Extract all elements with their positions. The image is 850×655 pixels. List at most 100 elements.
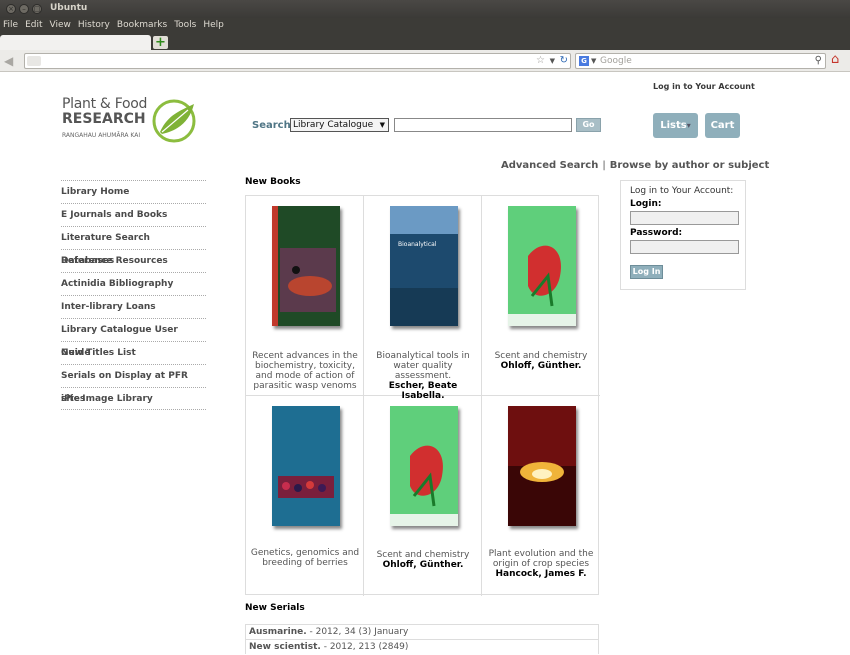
minimize-window-button[interactable]: –	[19, 4, 29, 14]
sidebar-nav: Library Home E Journals and Books Litera…	[61, 180, 206, 410]
sidebar-item-ipic[interactable]: iPic Image Library	[61, 387, 206, 410]
browse-link[interactable]: Browse by author or subject	[610, 160, 770, 171]
book-item[interactable]: Plant evolution and the origin of crop s…	[482, 396, 600, 596]
cart-button[interactable]: Cart	[705, 113, 740, 138]
menu-file[interactable]: File	[3, 18, 18, 33]
login-input[interactable]	[630, 211, 739, 225]
advanced-search-link[interactable]: Advanced Search	[501, 160, 598, 171]
book-author: Hancock, James F.	[495, 569, 587, 579]
back-arrow-icon[interactable]: ◀	[4, 54, 13, 68]
menu-history[interactable]: History	[78, 18, 110, 33]
page-content: Log in to Your Account Plant & Food RESE…	[0, 73, 850, 655]
url-bar[interactable]: ☆ ▼ ↻	[24, 53, 571, 69]
sidebar-item-literature-search[interactable]: Literature Search Databases	[61, 226, 206, 266]
leaf-logo-icon	[152, 99, 196, 143]
password-label: Password:	[630, 228, 683, 238]
search-engine-dropdown-icon[interactable]: ▼	[591, 55, 596, 67]
login-panel: Log in to Your Account: Login: Password:…	[620, 180, 746, 290]
search-scope-select[interactable]: Library Catalogue ▼	[290, 118, 389, 132]
new-serials-list: Ausmarine. - 2012, 34 (3) January New sc…	[245, 624, 599, 654]
search-label: Search	[252, 120, 291, 131]
reload-icon[interactable]: ↻	[560, 55, 568, 67]
serial-name[interactable]: New scientist.	[249, 642, 321, 652]
book-item[interactable]: Scent and chemistry Ohloff, Günther.	[482, 196, 600, 396]
tab-bar: +	[0, 33, 850, 50]
home-icon[interactable]: ⌂	[831, 53, 839, 67]
bookmark-star-icon[interactable]: ☆	[536, 54, 545, 68]
book-author: Ohloff, Günther.	[500, 361, 582, 371]
sidebar-item-ejournals[interactable]: E Journals and Books	[61, 203, 206, 226]
link-separator: |	[602, 160, 606, 171]
login-link[interactable]: Log in to Your Account	[653, 82, 755, 91]
book-title-text: Bioanalytical tools in water quality ass…	[376, 351, 470, 381]
web-search-box[interactable]: G ▼ Google ⚲	[575, 53, 826, 69]
logo-line1: Plant & Food	[62, 96, 148, 112]
book-title-text: Plant evolution and the origin of crop s…	[488, 549, 594, 569]
sidebar-item-user-guide[interactable]: Library Catalogue User Guide	[61, 318, 206, 358]
menu-edit[interactable]: Edit	[25, 18, 42, 33]
book-cover[interactable]	[272, 206, 340, 326]
book-title[interactable]: Genetics, genomics and breeding of berri…	[250, 548, 360, 568]
search-icon[interactable]: ⚲	[815, 54, 822, 68]
book-cover[interactable]	[390, 406, 458, 526]
browser-tab[interactable]	[0, 35, 151, 50]
go-button[interactable]: Go	[576, 118, 601, 132]
search-scope-value: Library Catalogue	[293, 120, 374, 130]
book-item[interactable]: Recent advances in the biochemistry, tox…	[246, 196, 364, 396]
lists-arrow-icon: ▾	[686, 121, 691, 130]
book-title-text: Recent advances in the biochemistry, tox…	[252, 351, 358, 391]
lists-label: Lists	[660, 120, 687, 131]
book-cover[interactable]	[508, 206, 576, 326]
menu-bookmarks[interactable]: Bookmarks	[117, 18, 167, 33]
sidebar-item-library-home[interactable]: Library Home	[61, 180, 206, 203]
book-title-text: Scent and chemistry	[376, 550, 470, 560]
book-title[interactable]: Scent and chemistry Ohloff, Günther.	[368, 550, 478, 570]
menu-view[interactable]: View	[50, 18, 71, 33]
book-title[interactable]: Plant evolution and the origin of crop s…	[486, 549, 596, 579]
book-cover[interactable]	[272, 406, 340, 526]
menu-tools[interactable]: Tools	[174, 18, 196, 33]
site-logo[interactable]: Plant & Food RESEARCH RANGAHAU AHUMĀRA K…	[62, 96, 202, 148]
window-title: Ubuntu	[50, 3, 88, 13]
lists-button[interactable]: Lists▾	[653, 113, 698, 138]
close-window-button[interactable]: ×	[6, 4, 16, 14]
password-input[interactable]	[630, 240, 739, 254]
book-cover[interactable]	[508, 406, 576, 526]
google-icon[interactable]: G	[579, 56, 589, 66]
book-item[interactable]: Scent and chemistry Ohloff, Günther.	[364, 396, 482, 596]
book-cover[interactable]: Bioanalytical	[390, 206, 458, 326]
book-item[interactable]: Genetics, genomics and breeding of berri…	[246, 396, 364, 596]
login-button[interactable]: Log In	[630, 265, 663, 279]
menu-help[interactable]: Help	[203, 18, 224, 33]
book-title[interactable]: Scent and chemistry Ohloff, Günther.	[486, 351, 596, 371]
catalogue-search-input[interactable]	[394, 118, 572, 132]
login-label: Login:	[630, 199, 662, 209]
serial-item[interactable]: Ausmarine. - 2012, 34 (3) January	[245, 624, 599, 639]
serial-detail: - 2012, 213 (2849)	[320, 642, 409, 652]
window-controls: × – □	[6, 4, 42, 14]
sidebar-item-reference[interactable]: Reference Resources	[61, 249, 206, 272]
logo-line2: RESEARCH	[62, 111, 146, 127]
sidebar-item-actinidia[interactable]: Actinidia Bibliography	[61, 272, 206, 295]
serial-detail: - 2012, 34 (3) January	[306, 627, 409, 637]
new-tab-button[interactable]: +	[153, 36, 168, 49]
sidebar-item-new-titles[interactable]: New Titles List	[61, 341, 206, 364]
logo-tagline: RANGAHAU AHUMĀRA KAI	[62, 132, 141, 139]
sidebar-item-interlibrary[interactable]: Inter-library Loans	[61, 295, 206, 318]
book-author: Ohloff, Günther.	[382, 560, 464, 570]
sidebar-item-serials-display[interactable]: Serials on Display at PFR sites	[61, 364, 206, 404]
site-identity-icon[interactable]	[27, 56, 41, 66]
serial-item[interactable]: New scientist. - 2012, 213 (2849)	[245, 639, 599, 654]
login-heading: Log in to Your Account:	[630, 186, 734, 196]
new-books-heading: New Books	[245, 177, 301, 187]
book-title[interactable]: Recent advances in the biochemistry, tox…	[250, 351, 360, 391]
web-search-placeholder: Google	[600, 56, 632, 66]
select-arrow-icon: ▼	[379, 121, 385, 129]
book-item[interactable]: Bioanalytical Bioanalytical tools in wat…	[364, 196, 482, 401]
new-serials-heading: New Serials	[245, 603, 305, 613]
book-title[interactable]: Bioanalytical tools in water quality ass…	[368, 351, 478, 401]
maximize-window-button[interactable]: □	[32, 4, 42, 14]
navigation-bar: ◀ ☆ ▼ ↻ G ▼ Google ⚲ ⌂	[0, 50, 850, 72]
url-dropdown-icon[interactable]: ▼	[550, 55, 555, 67]
serial-name[interactable]: Ausmarine.	[249, 627, 307, 637]
